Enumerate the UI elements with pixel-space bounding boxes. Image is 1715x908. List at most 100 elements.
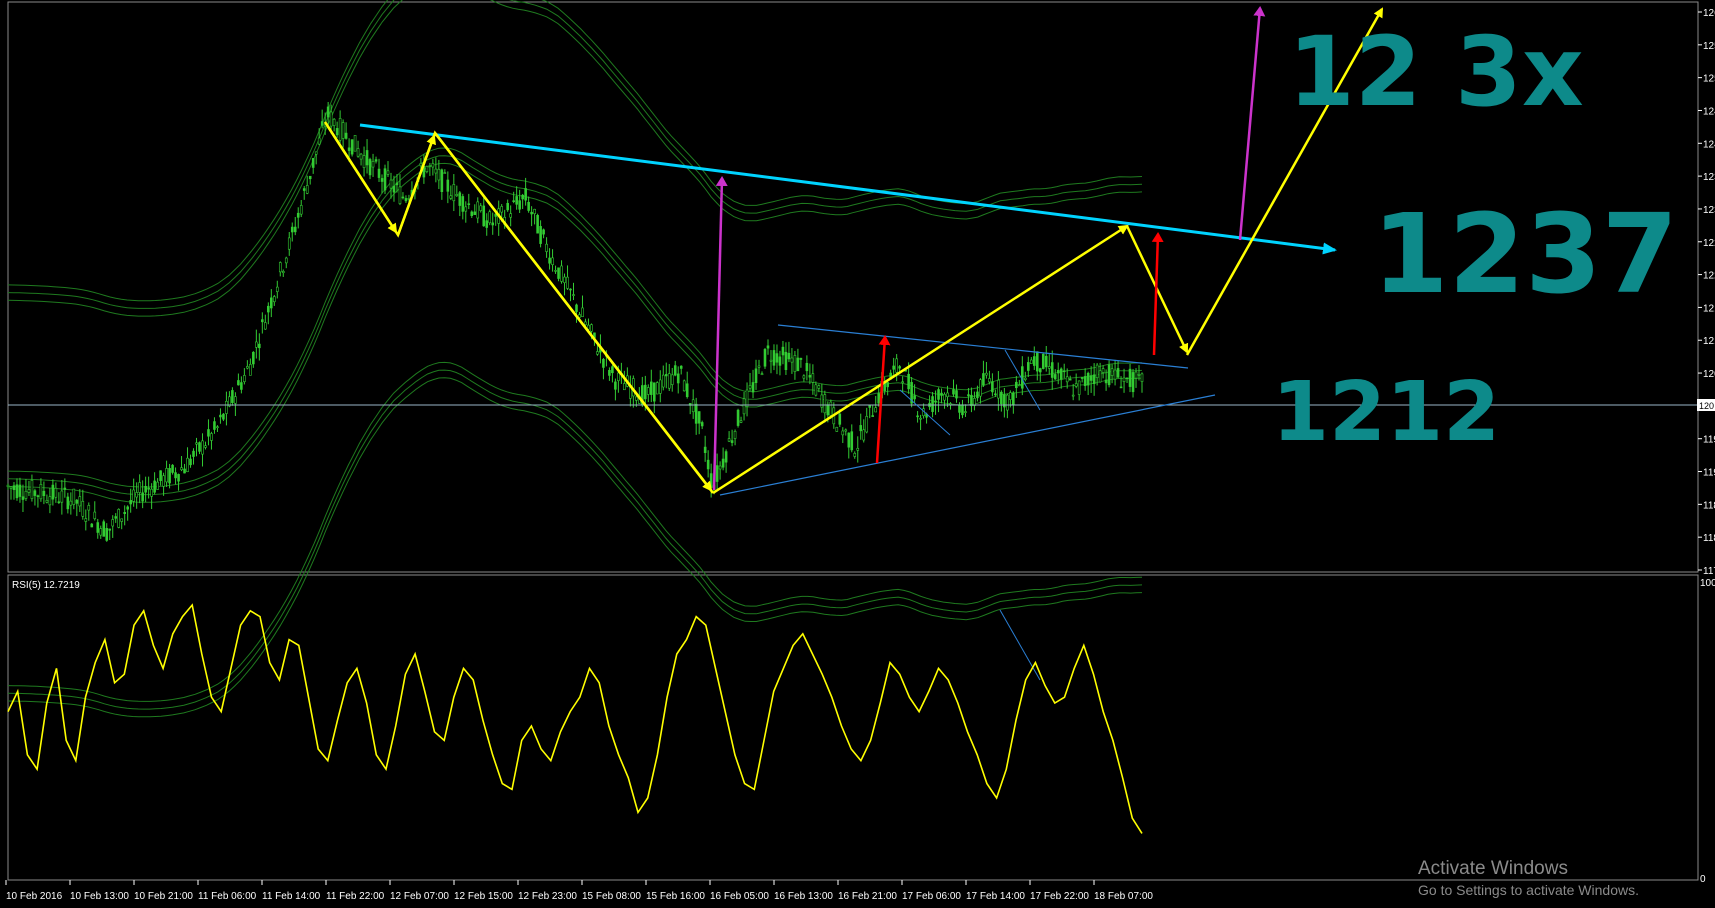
candle-body (138, 482, 141, 493)
candle-body (275, 286, 279, 292)
candle-body (60, 490, 64, 503)
candle-body (566, 276, 569, 289)
candle-body (988, 378, 991, 383)
candle-body (596, 351, 599, 355)
candle-body (39, 484, 43, 500)
candle-body (655, 382, 659, 395)
price-tick-label: 121 (1703, 303, 1715, 314)
price-tick-label: 125 (1703, 74, 1715, 85)
candle-body (278, 262, 282, 273)
candle-body (943, 393, 946, 401)
candle-body (778, 356, 782, 366)
time-tick-label: 10 Feb 21:00 (134, 891, 193, 902)
candle-body (1110, 368, 1114, 376)
candle-body (93, 511, 97, 519)
candle-body (934, 400, 937, 403)
candle-body (1062, 370, 1066, 373)
candle-body (222, 413, 225, 420)
candle-body (66, 496, 70, 510)
candle-body (874, 407, 878, 413)
candlestick-series (6, 101, 1144, 542)
candle-body (733, 431, 737, 439)
candle-body (545, 243, 548, 252)
candle-body (614, 381, 617, 390)
candle-body (895, 358, 898, 373)
price-tick-label: 117 (1703, 566, 1715, 577)
rsi-tick-100: 100 (1700, 578, 1715, 589)
analysis-drawings (323, 6, 1384, 681)
candle-body (255, 341, 258, 348)
candle-body (703, 446, 707, 453)
envelope-middle-line (7, 147, 1143, 488)
candle-body (697, 411, 701, 424)
candle-body (1125, 377, 1129, 380)
candle-body (814, 384, 818, 396)
candle-body (1059, 368, 1063, 380)
candle-body (96, 522, 100, 533)
candle-body (246, 366, 249, 369)
rsi-tick-0: 0 (1700, 874, 1706, 885)
candle-body (473, 211, 477, 216)
candle-body (299, 205, 303, 215)
candle-body (180, 467, 183, 471)
candle-body (51, 484, 55, 500)
candle-body (204, 445, 207, 448)
candle-body (452, 184, 456, 202)
candle-body (374, 159, 378, 162)
candle-body (237, 380, 240, 386)
candle-body (186, 457, 189, 473)
candle-body (955, 390, 958, 399)
candle-body (670, 374, 674, 385)
candle-body (745, 389, 749, 407)
candle-body (252, 351, 255, 365)
candle-body (1050, 362, 1054, 378)
candle-body (284, 257, 288, 264)
candle-body (685, 383, 689, 398)
price-axis: 126 125 125 124 124 123 123 122 122 121 121 120 120 1… (1698, 8, 1715, 577)
candle-body (9, 486, 13, 489)
candle-body (518, 200, 521, 210)
candle-body (793, 355, 797, 372)
candle-body (326, 106, 330, 118)
candle-body (383, 168, 387, 191)
price-tick-label: 122 (1703, 271, 1715, 282)
candle-body (1035, 351, 1039, 372)
candle-body (57, 501, 61, 504)
candle-body (949, 403, 952, 405)
candle-body (482, 205, 486, 227)
candle-body (389, 179, 393, 189)
candle-body (1032, 356, 1036, 366)
time-tick-label: 12 Feb 07:00 (390, 891, 449, 902)
time-tick-label: 17 Feb 14:00 (966, 891, 1025, 902)
candle-body (174, 472, 177, 479)
candle-body (892, 365, 895, 370)
candle-body (829, 401, 833, 416)
candle-body (377, 168, 381, 178)
candle-body (862, 429, 866, 441)
candle-body (216, 426, 219, 429)
candle-body (183, 468, 186, 474)
candle-body (132, 489, 135, 502)
candle-body (45, 500, 49, 503)
candle-body (153, 480, 156, 493)
candle-body (449, 195, 453, 199)
candle-body (682, 380, 686, 392)
candle-body (856, 448, 860, 451)
candle-body (344, 132, 348, 139)
candle-body (308, 175, 312, 180)
candle-body (72, 488, 76, 505)
candle-body (539, 226, 542, 244)
current-price-tag-label: 120 (1699, 401, 1714, 411)
price-tick-label: 120 (1703, 369, 1715, 380)
handwritten-support-1212: 1212 (1272, 365, 1500, 460)
candle-body (470, 211, 474, 216)
candle-body (201, 440, 204, 455)
candle-body (563, 276, 566, 283)
candle-body (1006, 394, 1009, 411)
candle-body (419, 162, 423, 167)
target-arrow-left (712, 176, 728, 491)
candle-body (931, 396, 934, 412)
candle-body (380, 178, 384, 182)
candle-body (694, 403, 698, 424)
candle-body (338, 118, 342, 141)
